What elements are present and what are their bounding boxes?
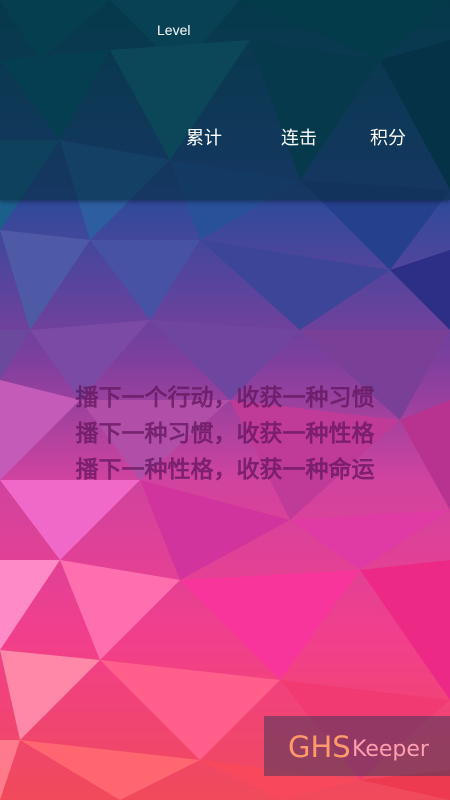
quote-line: 播下一种性格，收获一种命运: [75, 457, 375, 483]
brand-logo: GHS Keeper: [264, 716, 450, 776]
quote-line: 播下一个行动，收获一种习惯: [75, 385, 375, 411]
motivational-quote: 播下一个行动，收获一种习惯 播下一种习惯，收获一种性格 播下一种性格，收获一种命…: [0, 380, 450, 488]
tab-combo[interactable]: 连击: [281, 124, 317, 150]
brand-suffix: Keeper: [352, 737, 429, 762]
quote-line: 播下一种习惯，收获一种性格: [75, 421, 375, 447]
level-label: Level: [157, 22, 191, 38]
brand-prefix: GHS: [288, 730, 351, 764]
app-header: Level 累计 连击 积分: [0, 0, 450, 200]
tab-points[interactable]: 积分: [370, 124, 406, 150]
tab-total[interactable]: 累计: [186, 124, 222, 150]
